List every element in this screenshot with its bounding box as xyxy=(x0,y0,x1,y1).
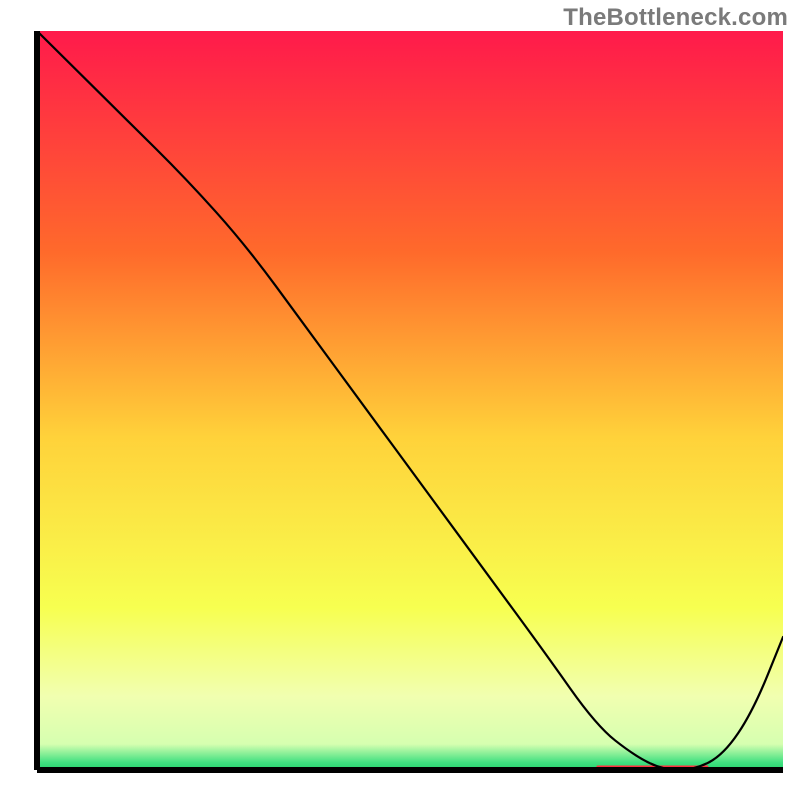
watermark-label: TheBottleneck.com xyxy=(563,4,788,32)
chart-container: TheBottleneck.com xyxy=(0,0,800,800)
bottleneck-chart xyxy=(0,0,800,800)
